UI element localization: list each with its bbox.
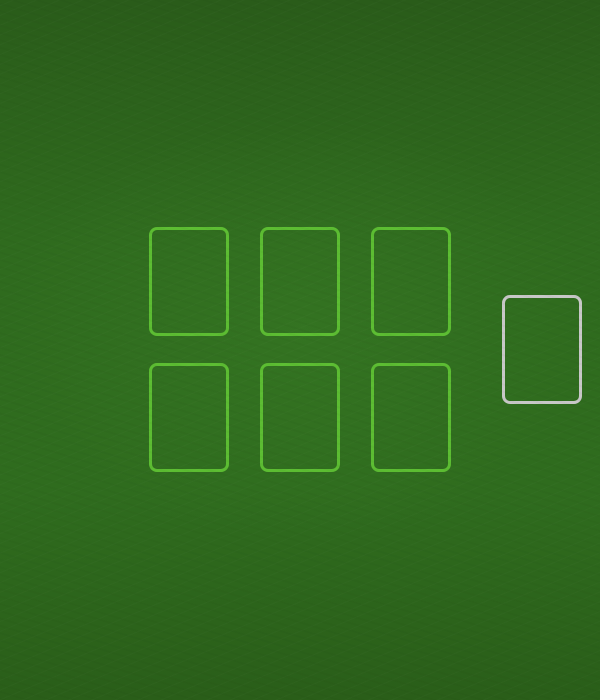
card-slot-5[interactable] [260,363,340,472]
card-slot-1[interactable] [149,227,229,336]
card-slot-4[interactable] [149,363,229,472]
card-slot-2[interactable] [260,227,340,336]
deck-slot[interactable] [502,295,582,404]
card-slot-6[interactable] [371,363,451,472]
card-slot-3[interactable] [371,227,451,336]
game-table [0,0,600,700]
